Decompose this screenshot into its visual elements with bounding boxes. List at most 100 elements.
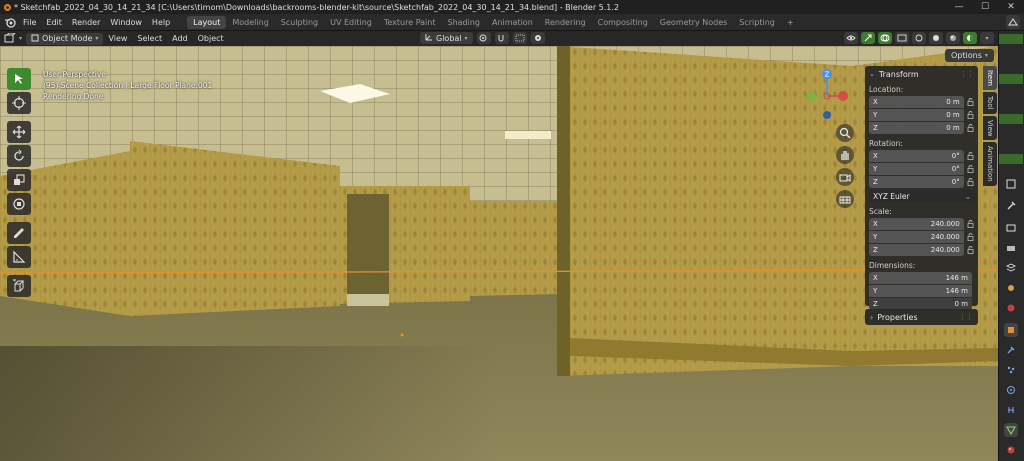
tab-scripting[interactable]: Scripting xyxy=(733,16,781,29)
view-layer-properties-icon[interactable] xyxy=(1004,261,1018,275)
tab-item[interactable]: Item xyxy=(983,66,997,90)
scene-icon[interactable] xyxy=(1006,15,1020,29)
particles-properties-icon[interactable] xyxy=(1004,363,1018,377)
world-properties-icon[interactable] xyxy=(1004,301,1018,315)
snap-icon[interactable] xyxy=(494,32,509,44)
scale-z-field[interactable]: Z 240.000 xyxy=(869,244,964,256)
menu-object[interactable]: Object xyxy=(193,34,229,43)
rotation-mode-dropdown[interactable]: XYZ Euler ⌄ xyxy=(869,190,975,202)
lock-icon[interactable] xyxy=(967,232,974,241)
lock-icon[interactable] xyxy=(967,164,974,173)
blender-menu-icon[interactable] xyxy=(2,17,18,28)
editor-type-selector[interactable]: ▾ xyxy=(0,32,26,45)
lock-icon[interactable] xyxy=(967,97,974,106)
scale-x-field[interactable]: X 240.000 xyxy=(869,218,964,230)
tab-tool[interactable]: Tool xyxy=(983,91,997,114)
properties-panel-header[interactable]: › Properties ⋮⋮ xyxy=(865,309,978,325)
rendered-shading-icon[interactable] xyxy=(963,32,977,44)
lock-icon[interactable] xyxy=(967,110,974,119)
transform-panel-header[interactable]: ⌄ Transform ⋮⋮ xyxy=(869,68,974,80)
menu-edit[interactable]: Edit xyxy=(41,18,67,27)
editor-type-icon[interactable] xyxy=(1004,177,1018,191)
tab-view[interactable]: View xyxy=(983,115,997,141)
dimensions-y-field[interactable]: Y 146 m xyxy=(869,285,972,297)
lock-icon[interactable] xyxy=(967,123,974,132)
drag-handle-icon[interactable]: ⋮⋮ xyxy=(960,70,974,78)
tab-texture-paint[interactable]: Texture Paint xyxy=(378,16,442,29)
constraints-properties-icon[interactable] xyxy=(1004,403,1018,417)
location-x-field[interactable]: X 0 m xyxy=(869,96,964,108)
scale-tool-icon[interactable] xyxy=(7,169,31,191)
close-button[interactable]: ✕ xyxy=(998,0,1024,14)
rotate-tool-icon[interactable] xyxy=(7,145,31,167)
transform-tool-icon[interactable] xyxy=(7,193,31,215)
tab-layout[interactable]: Layout xyxy=(187,15,227,29)
render-properties-icon[interactable] xyxy=(1004,221,1018,235)
move-tool-icon[interactable] xyxy=(7,121,31,143)
menu-file[interactable]: File xyxy=(18,18,41,27)
tab-animation-sidebar[interactable]: Animation xyxy=(983,142,997,186)
pan-hand-icon[interactable] xyxy=(836,146,854,164)
object-visibility-icon[interactable] xyxy=(844,32,858,44)
snap-target-icon[interactable] xyxy=(512,32,527,44)
xray-toggle-icon[interactable] xyxy=(895,32,909,44)
tab-shading[interactable]: Shading xyxy=(441,16,486,29)
cursor-tool-icon[interactable] xyxy=(7,92,31,114)
lock-icon[interactable] xyxy=(967,219,974,228)
mode-dropdown[interactable]: Object Mode ▾ xyxy=(26,32,104,45)
location-z-field[interactable]: Z 0 m xyxy=(869,122,964,134)
menu-select[interactable]: Select xyxy=(132,34,167,43)
minimize-button[interactable]: — xyxy=(946,0,972,14)
camera-view-icon[interactable] xyxy=(836,168,854,186)
menu-window[interactable]: Window xyxy=(105,18,147,27)
lock-icon[interactable] xyxy=(967,151,974,160)
tool-properties-icon[interactable] xyxy=(1004,199,1018,213)
lock-icon[interactable] xyxy=(967,177,974,186)
menu-render[interactable]: Render xyxy=(67,18,105,27)
orientation-dropdown[interactable]: Global ▾ xyxy=(420,32,473,44)
wireframe-shading-icon[interactable] xyxy=(912,32,926,44)
dimensions-x-field[interactable]: X 146 m xyxy=(869,272,972,284)
modifier-properties-icon[interactable] xyxy=(1004,343,1018,357)
measure-tool-icon[interactable] xyxy=(7,246,31,268)
tab-rendering[interactable]: Rendering xyxy=(539,16,592,29)
tab-geometry-nodes[interactable]: Geometry Nodes xyxy=(654,16,733,29)
drag-handle-icon[interactable]: ⋮⋮ xyxy=(959,313,973,321)
options-dropdown[interactable]: Options ▾ xyxy=(945,49,994,62)
menu-view[interactable]: View xyxy=(103,34,132,43)
annotate-tool-icon[interactable] xyxy=(7,222,31,244)
tab-modeling[interactable]: Modeling xyxy=(226,16,274,29)
tab-uv-editing[interactable]: UV Editing xyxy=(324,16,378,29)
rotation-y-field[interactable]: Y 0° xyxy=(869,163,964,175)
menu-add[interactable]: Add xyxy=(167,34,193,43)
lock-icon[interactable] xyxy=(967,245,974,254)
material-properties-icon[interactable] xyxy=(1004,443,1018,457)
shading-options-chevron-icon[interactable]: ▾ xyxy=(980,32,994,44)
menu-help[interactable]: Help xyxy=(147,18,175,27)
tab-animation[interactable]: Animation xyxy=(486,16,539,29)
tab-sculpting[interactable]: Sculpting xyxy=(275,16,324,29)
add-workspace-button[interactable]: + xyxy=(781,16,800,29)
perspective-toggle-icon[interactable] xyxy=(836,190,854,208)
material-shading-icon[interactable] xyxy=(946,32,960,44)
tab-compositing[interactable]: Compositing xyxy=(592,16,654,29)
scale-y-field[interactable]: Y 240.000 xyxy=(869,231,964,243)
zoom-icon[interactable] xyxy=(836,124,854,142)
output-properties-icon[interactable] xyxy=(1004,241,1018,255)
select-box-tool-icon[interactable] xyxy=(7,68,31,90)
gizmo-toggle-icon[interactable] xyxy=(861,32,875,44)
physics-properties-icon[interactable] xyxy=(1004,383,1018,397)
overlays-toggle-icon[interactable] xyxy=(878,32,892,44)
add-cube-tool-icon[interactable] xyxy=(7,275,31,297)
3d-viewport[interactable]: User Perspective (95) Scene Collection |… xyxy=(0,46,998,461)
proportional-editing-icon[interactable] xyxy=(530,32,545,44)
solid-shading-icon[interactable] xyxy=(929,32,943,44)
rotation-x-field[interactable]: X 0° xyxy=(869,150,964,162)
data-properties-icon[interactable] xyxy=(1004,423,1018,437)
rotation-z-field[interactable]: Z 0° xyxy=(869,176,964,188)
location-y-field[interactable]: Y 0 m xyxy=(869,109,964,121)
maximize-button[interactable]: ☐ xyxy=(972,0,998,14)
object-properties-icon[interactable] xyxy=(1004,323,1018,337)
scene-properties-icon[interactable] xyxy=(1004,281,1018,295)
pivot-point-icon[interactable] xyxy=(476,32,491,44)
